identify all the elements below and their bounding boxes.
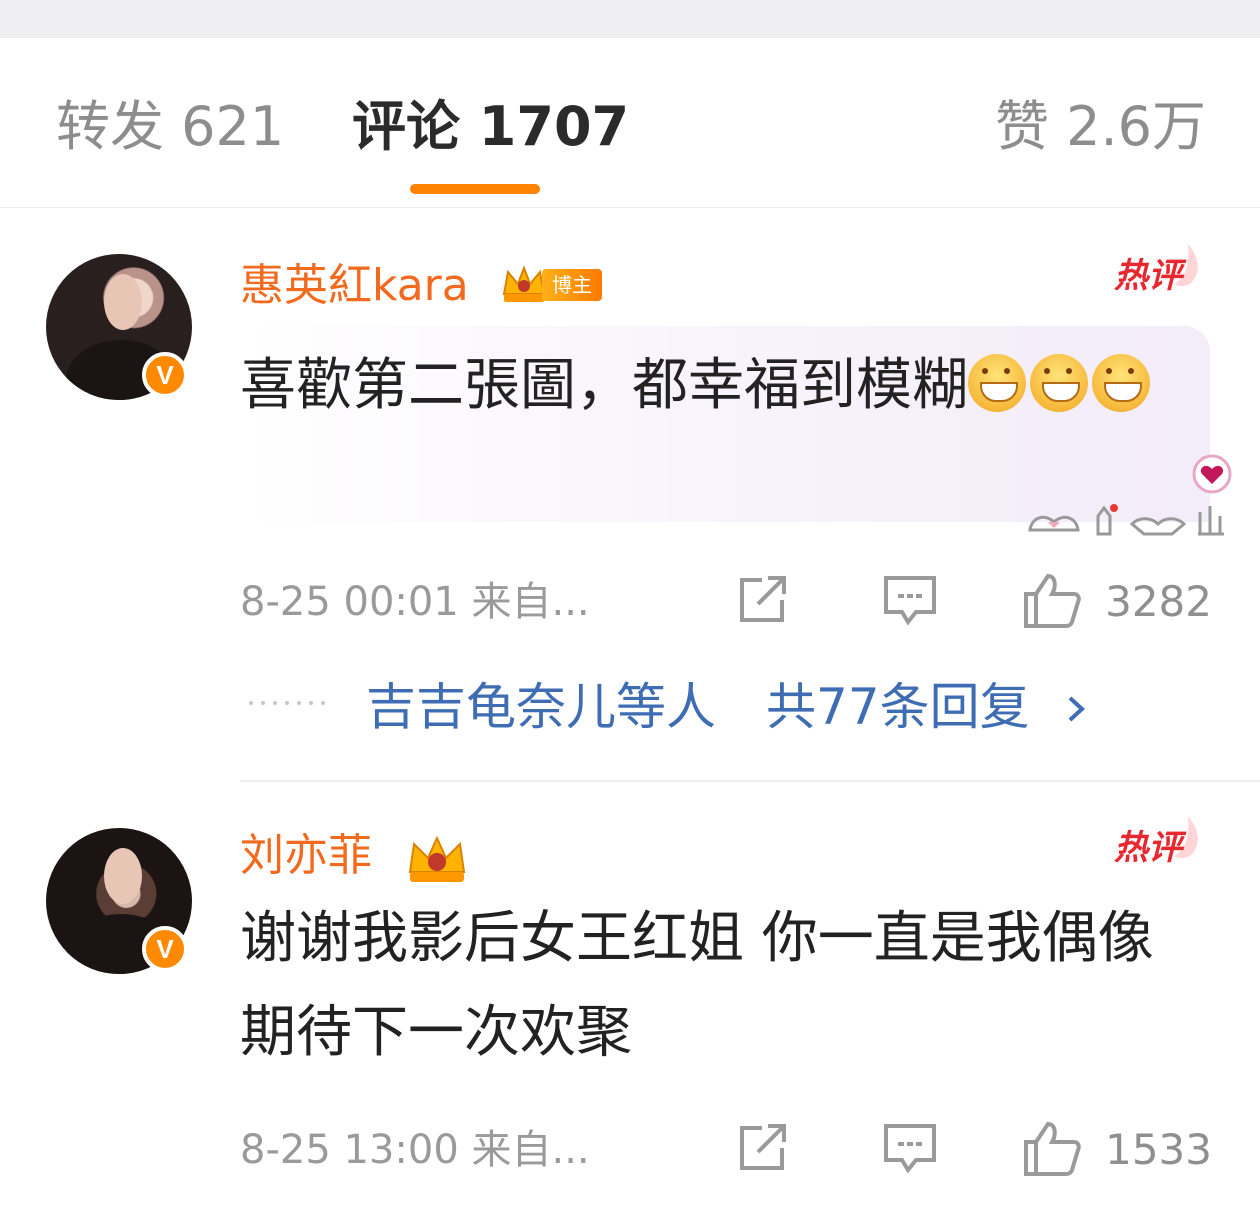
comment-body: 喜歡第二張圖，都幸福到模糊 xyxy=(240,353,968,418)
member-badge[interactable] xyxy=(404,832,470,888)
reply-count: 共77条回复 xyxy=(766,678,1030,736)
verified-badge-icon: V xyxy=(142,352,188,398)
chevron-right-icon xyxy=(1068,696,1085,722)
thumbs-up-icon[interactable] xyxy=(1022,1120,1082,1176)
hot-label: 热评 xyxy=(1114,828,1182,868)
tab-reposts[interactable]: 转发 621 xyxy=(56,94,284,160)
comment-item: V 惠英紅kara 博主 热评 喜歡第二張圖，都幸福到模糊 8-25 00:01… xyxy=(0,208,1260,780)
grin-emoji-icon xyxy=(1030,354,1088,412)
hot-comment-badge: 热评 xyxy=(1102,814,1202,874)
share-icon[interactable] xyxy=(734,1120,794,1176)
dots-icon xyxy=(249,701,325,705)
active-tab-indicator xyxy=(410,184,540,194)
comment-time: 8-25 00:01 来自... xyxy=(240,579,590,625)
comment-text: 谢谢我影后女王红姐 你一直是我偶像 期待下一次欢聚 xyxy=(240,906,1154,1065)
tab-comments[interactable]: 评论 1707 xyxy=(352,94,629,160)
view-replies-link[interactable]: 吉吉龟奈儿等人 共77条回复 xyxy=(244,678,1104,738)
verified-badge-icon: V xyxy=(142,926,188,972)
username[interactable]: 惠英紅kara xyxy=(240,258,469,314)
tab-likes[interactable]: 赞 2.6万 xyxy=(995,94,1206,160)
share-icon[interactable] xyxy=(734,572,794,628)
blogger-badge[interactable]: 博主 xyxy=(500,264,602,306)
username[interactable]: 刘亦菲 xyxy=(240,828,372,884)
comment-meta: 8-25 13:00 来自... 1533 xyxy=(240,1120,1220,1180)
comment-icon[interactable] xyxy=(880,572,940,628)
thumbs-up-icon[interactable] xyxy=(1022,572,1082,628)
top-strip xyxy=(0,0,1260,38)
crown-icon xyxy=(408,835,466,882)
comment-tabs: 转发 621 评论 1707 赞 2.6万 xyxy=(0,38,1260,208)
crown-icon xyxy=(502,265,546,302)
grin-emoji-icon xyxy=(1092,354,1150,412)
blogger-tag: 博主 xyxy=(542,269,602,301)
comment-item: V 刘亦菲 热评 谢谢我影后女王红姐 你一直是我偶像 期待下一次欢聚 8-25 … xyxy=(0,780,1260,1226)
comment-icon[interactable] xyxy=(880,1120,940,1176)
like-count: 3282 xyxy=(1105,577,1212,626)
comment-meta: 8-25 00:01 来自... 3282 xyxy=(240,572,1220,632)
reply-users: 吉吉龟奈儿等人 xyxy=(366,678,716,736)
like-count: 1533 xyxy=(1105,1125,1212,1174)
hot-comment-badge: 热评 xyxy=(1102,242,1202,302)
grin-emoji-icon xyxy=(968,354,1026,412)
heart-gesture-icons xyxy=(1028,454,1232,536)
comment-time: 8-25 13:00 来自... xyxy=(240,1127,590,1173)
hot-label: 热评 xyxy=(1114,256,1182,296)
